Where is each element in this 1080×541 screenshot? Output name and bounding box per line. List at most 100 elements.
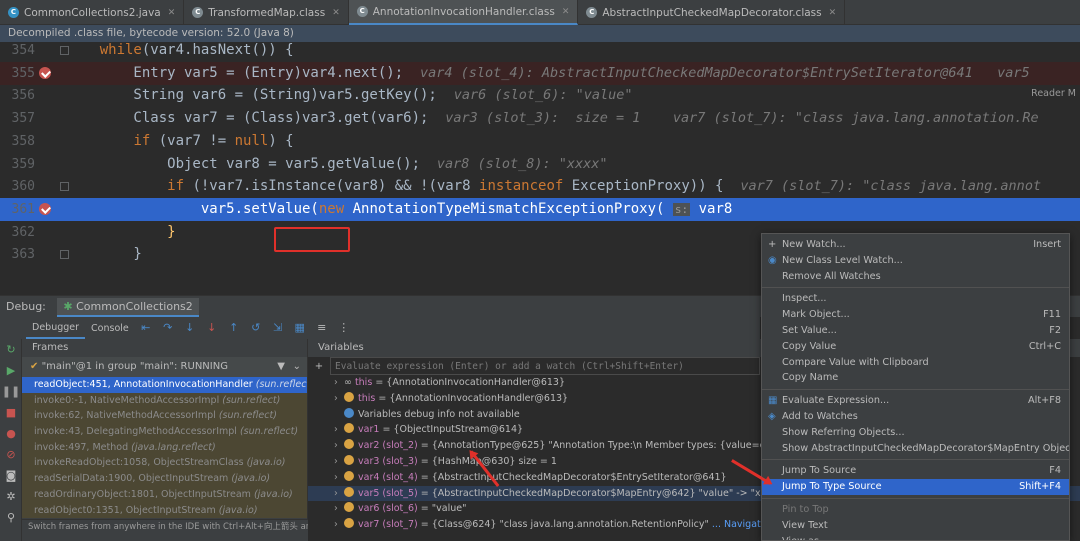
- add-watch-icon[interactable]: +: [308, 361, 330, 372]
- frame-row[interactable]: readObject0:1351, ObjectInputStream (jav…: [22, 502, 307, 519]
- settings-icon[interactable]: ✲: [0, 486, 22, 507]
- mute-breakpoints-icon[interactable]: ⊘: [0, 444, 22, 465]
- class-file-icon: C: [356, 6, 368, 17]
- code-token: (!var7.isInstance(var8) && !(var8: [184, 178, 480, 195]
- line-number: 360: [11, 179, 35, 195]
- code-text: }: [66, 243, 141, 266]
- close-icon[interactable]: ✕: [168, 8, 176, 18]
- step-into-icon[interactable]: ↓: [183, 321, 197, 335]
- tab-2[interactable]: C AnnotationInvocationHandler.class ✕: [348, 0, 579, 25]
- tab-label: TransformedMap.class: [208, 6, 326, 19]
- code-line: 359 Object var8 = var5.getValue(); var8 …: [0, 153, 1080, 176]
- navigate-link[interactable]: ... Navigate: [712, 519, 767, 530]
- frame-row[interactable]: readObject:451, AnnotationInvocationHand…: [22, 377, 307, 393]
- expand-chevron-icon[interactable]: ›: [334, 438, 344, 454]
- restore-layout-icon[interactable]: ⋮: [337, 321, 351, 335]
- close-icon[interactable]: ✕: [829, 8, 837, 18]
- code-token: ExceptionProxy)) {: [563, 178, 741, 195]
- menu-item-pin-to-top[interactable]: Pin to Top: [762, 502, 1069, 518]
- view-breakpoints-icon[interactable]: ●: [0, 423, 22, 444]
- pause-icon[interactable]: ❚❚: [0, 381, 22, 402]
- menu-item-copy-value[interactable]: Copy Value Ctrl+C: [762, 339, 1069, 355]
- drop-frame-icon[interactable]: ↺: [249, 321, 263, 335]
- force-step-into-icon[interactable]: ↓: [205, 321, 219, 335]
- menu-item-show-abstractinputcheckedmapdecorator-mapentry-objects[interactable]: Show AbstractInputCheckedMapDecorator$Ma…: [762, 441, 1069, 457]
- camera-icon[interactable]: ◙: [0, 465, 22, 486]
- run-to-cursor-icon[interactable]: ⇲: [271, 321, 285, 335]
- frame-row[interactable]: invoke:43, DelegatingMethodAccessorImpl …: [22, 424, 307, 440]
- expand-chevron-icon[interactable]: ›: [334, 501, 344, 517]
- menu-item-jump-to-type-source[interactable]: Jump To Type Source Shift+F4: [762, 479, 1069, 495]
- code-token: Entry var5 = (Entry)var4.next();: [66, 64, 421, 81]
- breakpoint-icon[interactable]: [39, 202, 51, 215]
- expand-chevron-icon[interactable]: ›: [334, 470, 344, 486]
- menu-item-view-text[interactable]: View Text: [762, 518, 1069, 534]
- frame-row[interactable]: invoke:497, Method (java.lang.reflect): [22, 439, 307, 456]
- variable-name: var7 (slot_7): [358, 519, 418, 531]
- menu-item-label: Show AbstractInputCheckedMapDecorator$Ma…: [782, 442, 1070, 454]
- menu-item-new-class-level-watch[interactable]: ◉ New Class Level Watch...: [762, 253, 1069, 269]
- close-icon[interactable]: ✕: [562, 7, 570, 17]
- field-icon: [344, 486, 354, 497]
- expand-chevron-icon[interactable]: ›: [334, 486, 344, 502]
- menu-item-remove-all-watches[interactable]: Remove All Watches: [762, 269, 1069, 285]
- menu-item-copy-name[interactable]: Copy Name: [762, 370, 1069, 386]
- filter-icon[interactable]: ▼: [277, 357, 285, 377]
- expand-chevron-icon[interactable]: ›: [334, 517, 344, 533]
- trace-icon[interactable]: ≡: [315, 321, 329, 335]
- menu-separator: [762, 459, 1069, 461]
- frame-row[interactable]: readSerialData:1900, ObjectInputStream (…: [22, 471, 307, 487]
- menu-item-label: Pin to Top: [782, 503, 829, 515]
- chevron-down-icon[interactable]: ⌄: [293, 357, 301, 377]
- step-over-icon[interactable]: ↷: [161, 321, 175, 335]
- variable-name: var3 (slot_3): [358, 455, 418, 467]
- stop-icon[interactable]: ■: [0, 402, 22, 423]
- frame-row[interactable]: invoke0:-1, NativeMethodAccessorImpl (su…: [22, 392, 307, 409]
- menu-item-show-referring-objects[interactable]: Show Referring Objects...: [762, 425, 1069, 441]
- menu-item-view-as[interactable]: View as: [762, 534, 1069, 540]
- frame-row[interactable]: invoke:62, NativeMethodAccessorImpl (sun…: [22, 408, 307, 425]
- menu-item-jump-to-source[interactable]: Jump To Source F4: [762, 463, 1069, 479]
- expand-chevron-icon[interactable]: ›: [334, 391, 344, 407]
- step-out-icon[interactable]: ↑: [227, 321, 241, 335]
- tab-1[interactable]: C TransformedMap.class ✕: [184, 0, 349, 25]
- code-text: }: [66, 221, 175, 244]
- expand-chevron-icon[interactable]: ›: [334, 454, 344, 470]
- tab-label: CommonCollections2.java: [24, 6, 161, 19]
- menu-item-mark-object[interactable]: Mark Object... F11: [762, 307, 1069, 323]
- evaluate-expression-input[interactable]: Evaluate expression (Enter) or add a wat…: [330, 357, 760, 375]
- frame-row[interactable]: readOrdinaryObject:1801, ObjectInputStre…: [22, 486, 307, 503]
- thread-selector[interactable]: ✔ "main"@1 in group "main": RUNNING ▼ ⌄: [22, 357, 307, 377]
- pin-icon[interactable]: ⚲: [0, 507, 22, 528]
- frame-method: readObject0:1351, ObjectInputStream: [34, 504, 216, 516]
- tab-0[interactable]: C CommonCollections2.java ✕: [0, 0, 185, 25]
- tab-console[interactable]: Console: [85, 323, 135, 334]
- evaluate-icon[interactable]: ▦: [293, 321, 307, 335]
- menu-shortcut: F11: [1043, 309, 1061, 321]
- code-text: var5.setValue(new AnnotationTypeMismatch…: [66, 198, 732, 221]
- breakpoint-icon[interactable]: [39, 66, 51, 79]
- menu-item-set-value[interactable]: Set Value... F2: [762, 323, 1069, 339]
- menu-item-inspect[interactable]: Inspect...: [762, 291, 1069, 307]
- code-line: 361 var5.setValue(new AnnotationTypeMism…: [0, 197, 1080, 221]
- resume-icon[interactable]: ▶: [0, 360, 22, 381]
- rerun-icon[interactable]: ↻: [0, 339, 22, 360]
- menu-item-new-watch[interactable]: + New Watch... Insert: [762, 237, 1069, 253]
- menu-shortcut: Alt+F8: [1028, 395, 1061, 407]
- code-token: s:: [672, 202, 691, 216]
- menu-separator: [762, 389, 1069, 391]
- menu-item-evaluate-expression[interactable]: ▦ Evaluate Expression... Alt+F8: [762, 393, 1069, 409]
- debug-session-tab[interactable]: ✱ CommonCollections2: [57, 298, 199, 317]
- code-token: (var7 !=: [150, 132, 235, 149]
- tab-3[interactable]: C AbstractInputCheckedMapDecorator.class ✕: [578, 0, 846, 25]
- show-execution-point-icon[interactable]: ⇤: [139, 321, 153, 335]
- expand-chevron-icon[interactable]: ›: [334, 422, 344, 438]
- debug-label: Debug:: [6, 300, 46, 313]
- tab-debugger[interactable]: Debugger: [26, 317, 86, 339]
- code-token: AnnotationTypeMismatchExceptionProxy(: [344, 200, 673, 217]
- close-icon[interactable]: ✕: [332, 8, 340, 18]
- menu-item-compare-value-with-clipboard[interactable]: Compare Value with Clipboard: [762, 355, 1069, 371]
- menu-item-add-to-watches[interactable]: ◈ Add to Watches: [762, 409, 1069, 425]
- frame-row[interactable]: invokeReadObject:1058, ObjectStreamClass…: [22, 455, 307, 472]
- expand-chevron-icon[interactable]: ›: [334, 375, 344, 391]
